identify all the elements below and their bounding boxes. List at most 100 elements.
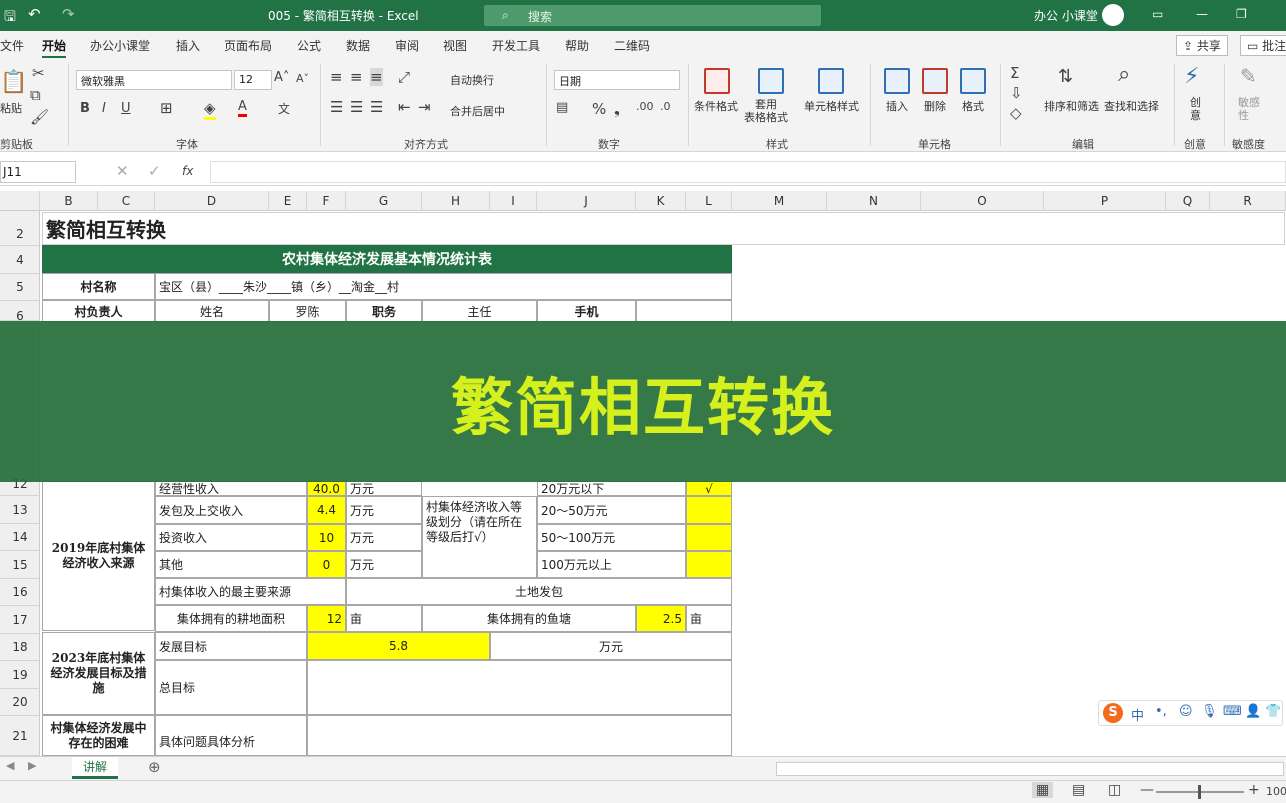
grade-below-20[interactable]: 20万元以下: [537, 481, 686, 496]
row-header[interactable]: 5: [0, 274, 40, 301]
format-label[interactable]: 格式: [962, 98, 984, 114]
column-header[interactable]: L: [686, 191, 732, 211]
income-source-label[interactable]: 2019年底村集体经济收入来源: [42, 481, 155, 631]
emoji-icon[interactable]: ☺: [1179, 704, 1193, 719]
menu-developer[interactable]: 开发工具: [492, 37, 540, 54]
fx-icon[interactable]: fx: [182, 164, 193, 178]
operating-income-value[interactable]: 40.0: [307, 481, 346, 496]
column-header[interactable]: K: [636, 191, 686, 211]
grade-50-100[interactable]: 50～100万元: [537, 524, 686, 551]
insert-cells-icon[interactable]: [884, 68, 910, 94]
grade-20-50-check[interactable]: [686, 496, 732, 524]
keyboard-icon[interactable]: ⌨: [1223, 704, 1242, 719]
sensitivity-label[interactable]: 敏感 性: [1238, 96, 1260, 122]
fill-icon[interactable]: ⇩: [1010, 84, 1023, 102]
income-grade-label[interactable]: 村集体经济收入等级划分（请在所在等级后打√）: [422, 496, 537, 578]
underline-icon[interactable]: U: [121, 101, 131, 116]
column-header[interactable]: G: [346, 191, 422, 211]
cell-style-icon[interactable]: [818, 68, 844, 94]
fishpond-label[interactable]: 集体拥有的鱼塘: [422, 605, 636, 632]
grade-20-50[interactable]: 20～50万元: [537, 496, 686, 524]
align-bottom-icon[interactable]: ≡: [370, 68, 383, 86]
undo-icon[interactable]: ↶: [28, 5, 41, 23]
create-label[interactable]: 创 意: [1190, 96, 1201, 122]
investment-income-label[interactable]: 投资收入: [155, 524, 307, 551]
column-header[interactable]: O: [921, 191, 1044, 211]
menu-page-layout[interactable]: 页面布局: [224, 37, 272, 54]
column-header[interactable]: D: [155, 191, 269, 211]
percent-icon[interactable]: %: [592, 100, 606, 118]
fill-color-icon[interactable]: ◈: [204, 99, 216, 120]
menu-file[interactable]: 文件: [0, 37, 24, 54]
phonetic-icon[interactable]: 文: [278, 100, 290, 117]
find-select-label[interactable]: 查找和选择: [1104, 98, 1159, 114]
merge-center-button[interactable]: 合并后居中: [450, 103, 505, 119]
table-format-label[interactable]: 套用 表格格式: [744, 98, 788, 124]
zoom-in-icon[interactable]: +: [1248, 782, 1260, 798]
conditional-format-icon[interactable]: [704, 68, 730, 94]
format-cells-icon[interactable]: [960, 68, 986, 94]
other-income-value[interactable]: 0: [307, 551, 346, 578]
column-header[interactable]: R: [1210, 191, 1286, 211]
grade-above-100[interactable]: 100万元以上: [537, 551, 686, 578]
column-header[interactable]: B: [40, 191, 98, 211]
contract-income-label[interactable]: 发包及上交收入: [155, 496, 307, 524]
currency-icon[interactable]: ▤: [556, 100, 568, 115]
grade-above-100-check[interactable]: [686, 551, 732, 578]
avatar[interactable]: [1102, 4, 1124, 26]
italic-icon[interactable]: I: [102, 101, 106, 116]
other-income-unit[interactable]: 万元: [346, 551, 422, 578]
sogou-logo-icon[interactable]: S: [1103, 703, 1123, 723]
number-format-select[interactable]: 日期: [554, 70, 680, 90]
target-value[interactable]: 5.8: [307, 632, 490, 660]
next-sheet-icon[interactable]: ▶: [28, 759, 36, 772]
menu-insert[interactable]: 插入: [176, 37, 200, 54]
row-header[interactable]: 17: [0, 606, 40, 634]
village-name-label[interactable]: 村名称: [42, 273, 155, 300]
column-header[interactable]: Q: [1166, 191, 1210, 211]
zoom-out-icon[interactable]: —: [1140, 782, 1154, 798]
orientation-icon[interactable]: ⤢: [398, 68, 410, 86]
grade-50-100-check[interactable]: [686, 524, 732, 551]
row-header[interactable]: 12: [0, 478, 40, 496]
fishpond-unit[interactable]: 亩: [686, 605, 732, 632]
farmland-unit[interactable]: 亩: [346, 605, 422, 632]
fishpond-value[interactable]: 2.5: [636, 605, 686, 632]
menu-formulas[interactable]: 公式: [297, 37, 321, 54]
row-header[interactable]: 13: [0, 496, 40, 524]
name-value[interactable]: 罗陈: [269, 300, 346, 322]
farmland-label[interactable]: 集体拥有的耕地面积: [155, 605, 307, 632]
delete-label[interactable]: 删除: [924, 98, 946, 114]
minimize-icon[interactable]: —: [1196, 7, 1208, 21]
column-header[interactable]: M: [732, 191, 827, 211]
operating-income-label[interactable]: 经营性收入: [155, 481, 307, 496]
sheet-heading[interactable]: 繁简相互转换: [42, 212, 1285, 245]
copy-icon[interactable]: ⧉: [30, 86, 41, 104]
row-header[interactable]: 21: [0, 716, 40, 756]
add-sheet-icon[interactable]: ⊕: [148, 758, 161, 776]
menu-home[interactable]: 开始: [42, 37, 67, 59]
name-label[interactable]: 姓名: [155, 300, 269, 322]
enter-icon[interactable]: ✓: [148, 162, 161, 180]
village-name-value[interactable]: 宝区（县）____朱沙____镇（乡）__淘金__村: [155, 273, 732, 300]
row-header[interactable]: 14: [0, 524, 40, 551]
row-header[interactable]: 20: [0, 689, 40, 716]
column-header[interactable]: I: [490, 191, 537, 211]
skin-icon[interactable]: 👕: [1265, 704, 1281, 719]
align-center-icon[interactable]: ☰: [350, 98, 363, 116]
page-layout-view-icon[interactable]: ▤: [1072, 782, 1085, 798]
autosum-icon[interactable]: Σ: [1010, 64, 1019, 82]
menu-review[interactable]: 审阅: [395, 37, 419, 54]
column-header[interactable]: P: [1044, 191, 1166, 211]
share-button[interactable]: ⇪ 共享: [1176, 35, 1228, 56]
align-right-icon[interactable]: ☰: [370, 98, 383, 116]
cancel-icon[interactable]: ✕: [116, 162, 129, 180]
clear-icon[interactable]: ◇: [1010, 104, 1022, 122]
contract-income-unit[interactable]: 万元: [346, 496, 422, 524]
decrease-decimal-icon[interactable]: .0: [660, 100, 671, 113]
font-size-select[interactable]: 12: [234, 70, 272, 90]
delete-cells-icon[interactable]: [922, 68, 948, 94]
select-all-corner[interactable]: [0, 191, 40, 211]
sensitivity-icon[interactable]: ✎: [1240, 64, 1257, 88]
target-unit[interactable]: 万元: [490, 632, 732, 660]
